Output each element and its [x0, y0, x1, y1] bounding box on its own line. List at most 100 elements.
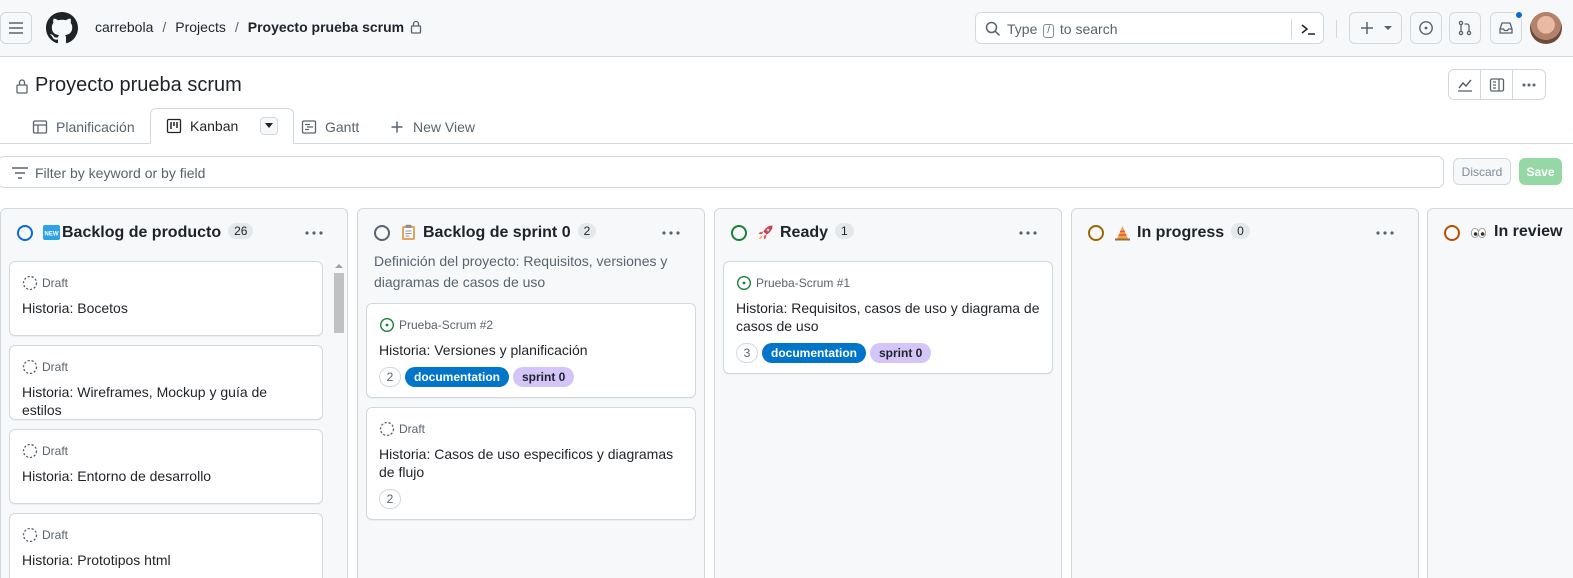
column-title: Backlog de producto 26	[62, 223, 254, 242]
breadcrumb-project[interactable]: Proyecto prueba scrum	[248, 19, 404, 35]
estimate-badge: 2	[379, 489, 401, 509]
card-title[interactable]: Historia: Entorno de desarrollo	[22, 467, 310, 485]
draft-icon	[22, 275, 38, 291]
search-placeholder: Type / to search	[1007, 21, 1118, 38]
filter-icon	[12, 167, 28, 179]
column-title: Backlog de sprint 02	[423, 223, 597, 242]
column-title: Ready 1	[780, 223, 854, 242]
draft-icon	[22, 527, 38, 543]
kebab-horizontal-icon[interactable]	[1019, 231, 1037, 235]
status-open-icon	[731, 225, 747, 241]
breadcrumb-owner[interactable]: carrebola	[95, 19, 153, 35]
construction-icon	[1115, 226, 1130, 241]
inbox-icon	[1499, 22, 1513, 34]
kebab-horizontal-icon	[1522, 83, 1536, 86]
side-panel-button[interactable]	[1481, 70, 1514, 99]
insights-button[interactable]	[1449, 70, 1482, 99]
issues-button[interactable]	[1410, 12, 1442, 44]
filter-input[interactable]	[35, 163, 1425, 183]
eyes-icon	[1471, 228, 1486, 238]
caret-down-icon	[1383, 26, 1392, 30]
notification-dot	[1514, 10, 1524, 20]
card-draft[interactable]: Draft Historia: Prototipos html	[9, 513, 323, 578]
command-palette-icon[interactable]	[1300, 21, 1316, 37]
kebab-horizontal-icon[interactable]	[305, 231, 323, 235]
card-title[interactable]: Historia: Wireframes, Mockup y guía de e…	[22, 383, 310, 419]
label-sprint[interactable]: sprint 0	[513, 367, 575, 387]
label-documentation[interactable]: documentation	[405, 367, 509, 387]
tab-kanban[interactable]: Kanban	[150, 108, 295, 144]
project-title: Proyecto prueba scrum	[35, 74, 242, 96]
draft-icon	[379, 421, 395, 437]
column-description: Definición del proyecto: Requisitos, ver…	[374, 253, 668, 290]
scroll-up-arrow-icon	[335, 264, 343, 268]
new-badge-icon: NEW	[43, 225, 60, 240]
avatar[interactable]	[1530, 12, 1562, 44]
svg-text:NEW: NEW	[45, 232, 59, 238]
status-open-icon	[1444, 225, 1460, 241]
clipboard-icon	[402, 224, 415, 240]
search-input[interactable]: Type / to search	[975, 12, 1324, 44]
card-title[interactable]: Historia: Casos de uso especificos y dia…	[379, 445, 683, 481]
save-button[interactable]: Save	[1519, 158, 1562, 185]
github-logo-icon[interactable]	[46, 12, 78, 44]
label-documentation[interactable]: documentation	[762, 343, 866, 363]
create-new-button[interactable]	[1349, 12, 1402, 44]
status-open-icon	[17, 225, 33, 241]
card-draft[interactable]: Draft Historia: Entorno de desarrollo	[9, 429, 323, 504]
column-backlog-sprint-0: Backlog de sprint 02 Definición del proy…	[357, 208, 705, 578]
column-in-review: In review	[1427, 208, 1573, 578]
card-issue[interactable]: Prueba-Scrum #2 Historia: Versiones y pl…	[366, 303, 696, 398]
card-title[interactable]: Historia: Requisitos, casos de uso y dia…	[736, 299, 1040, 335]
card-draft[interactable]: Draft Historia: Casos de uso especificos…	[366, 407, 696, 520]
triangle-down-icon	[265, 123, 274, 128]
draft-icon	[22, 359, 38, 375]
more-options-button[interactable]	[1513, 70, 1545, 99]
issue-opened-icon	[379, 317, 395, 333]
card-draft[interactable]: Draft Historia: Wireframes, Mockup y guí…	[9, 345, 323, 420]
lock-icon	[16, 78, 28, 94]
issue-opened-icon	[736, 275, 752, 291]
card-title[interactable]: Historia: Bocetos	[22, 299, 310, 317]
estimate-badge: 2	[379, 367, 401, 387]
project-actions	[1448, 69, 1546, 100]
lock-icon	[410, 20, 422, 34]
table-icon	[32, 120, 48, 134]
plus-icon	[1360, 22, 1373, 34]
hamburger-menu-button[interactable]	[0, 12, 32, 44]
global-header: carrebola / Projects / Proyecto prueba s…	[0, 0, 1573, 57]
breadcrumb-projects[interactable]: Projects	[175, 19, 226, 35]
column-title: In review	[1494, 223, 1563, 240]
estimate-badge: 3	[736, 343, 758, 363]
plus-icon	[391, 121, 403, 133]
graph-icon	[1457, 79, 1472, 92]
column-count: 1	[835, 223, 854, 239]
tab-new-view[interactable]: New View	[389, 110, 475, 144]
board-icon	[166, 118, 182, 134]
card-title[interactable]: Historia: Prototipos html	[22, 551, 310, 569]
hamburger-icon	[9, 22, 23, 34]
kebab-horizontal-icon[interactable]	[1376, 231, 1394, 235]
filter-bar	[0, 156, 1444, 188]
breadcrumb: carrebola / Projects / Proyecto prueba s…	[95, 19, 422, 35]
tab-options-dropdown[interactable]	[260, 117, 279, 135]
roadmap-icon	[301, 120, 317, 134]
card-draft[interactable]: Draft Historia: Bocetos	[9, 261, 323, 336]
tab-gantt[interactable]: Gantt	[301, 110, 359, 144]
column-backlog-producto: NEW Backlog de producto 26 Draft Historia…	[0, 208, 348, 578]
column-title: In progress 0	[1137, 223, 1250, 242]
page-title: Proyecto prueba scrum	[15, 74, 242, 97]
pull-requests-button[interactable]	[1449, 12, 1481, 44]
label-sprint[interactable]: sprint 0	[870, 343, 932, 363]
discard-button[interactable]: Discard	[1453, 158, 1511, 185]
column-scrollbar[interactable]	[332, 261, 346, 578]
kebab-horizontal-icon[interactable]	[662, 231, 680, 235]
status-open-icon	[1088, 225, 1104, 241]
card-issue[interactable]: Prueba-Scrum #1 Historia: Requisitos, ca…	[723, 261, 1053, 374]
git-pull-request-icon	[1458, 20, 1472, 36]
column-count: 26	[228, 223, 254, 239]
search-icon	[985, 21, 1001, 37]
rocket-icon	[758, 225, 773, 240]
tab-planificacion[interactable]: Planificación	[32, 110, 135, 144]
card-title[interactable]: Historia: Versiones y planificación	[379, 341, 683, 359]
